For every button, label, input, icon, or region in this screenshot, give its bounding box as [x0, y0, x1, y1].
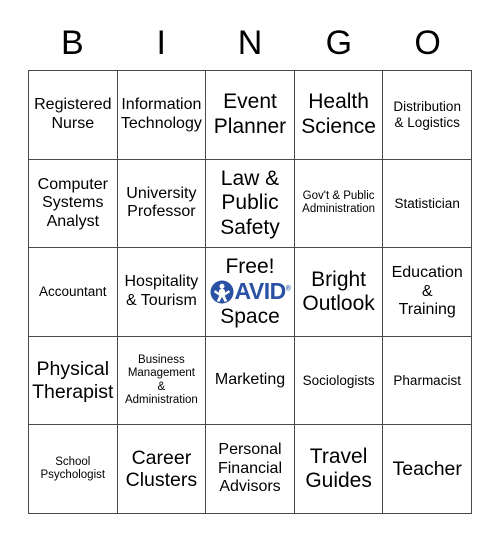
bingo-cell-label: Marketing: [214, 371, 286, 389]
free-space-top-label: Free!: [225, 255, 275, 279]
bingo-cell-label: Sociologists: [302, 372, 375, 388]
bingo-cell-label: Travel Guides: [305, 444, 372, 493]
bingo-cell-label: University Professor: [126, 184, 197, 221]
bingo-cell-label: School Psychologist: [40, 455, 106, 482]
bingo-cell[interactable]: Business Management & Administration: [117, 336, 207, 426]
bingo-cell[interactable]: Career Clusters: [117, 425, 207, 514]
bingo-cell-label: Personal Financial Advisors: [217, 441, 282, 496]
bingo-cell-label: Registered Nurse: [34, 96, 112, 132]
bingo-cell-label: Law & Public Safety: [220, 166, 280, 239]
bingo-cell[interactable]: Statistician: [383, 159, 472, 249]
bingo-cell[interactable]: Distribution & Logistics: [383, 71, 472, 160]
bingo-cell[interactable]: Information Technology: [117, 71, 207, 160]
bingo-cell[interactable]: Accountant: [29, 248, 118, 337]
bingo-cell-label: Gov't & Public Administration: [302, 190, 376, 216]
avid-wordmark-text: AVID: [234, 278, 287, 305]
bingo-grid: Registered Nurse Information Technology Ev…: [28, 70, 472, 514]
bingo-cell[interactable]: Hospitality & Tourism: [117, 248, 207, 337]
bingo-cell-label: Physical Therapist: [32, 357, 114, 403]
bingo-cell[interactable]: Personal Financial Advisors: [206, 425, 295, 514]
avid-logo: AVID®: [210, 280, 291, 304]
bingo-cell[interactable]: Teacher: [383, 425, 472, 514]
bingo-header-letter-g: G: [325, 24, 353, 62]
bingo-cell-label: Hospitality & Tourism: [124, 273, 199, 309]
bingo-header-letter-o: O: [414, 24, 441, 62]
bingo-cell[interactable]: Education & Training: [383, 248, 472, 337]
bingo-cell[interactable]: Computer Systems Analyst: [29, 159, 118, 249]
bingo-cell[interactable]: Travel Guides: [294, 425, 384, 514]
bingo-header-letter-b: B: [61, 24, 84, 62]
avid-registered-mark: ®: [285, 285, 291, 293]
bingo-cell-label: Statistician: [394, 195, 460, 211]
bingo-cell-label: Computer Systems Analyst: [37, 175, 108, 230]
bingo-cell[interactable]: Registered Nurse: [29, 71, 118, 160]
bingo-cell-label: Bright Outlook: [302, 267, 375, 315]
bingo-cell[interactable]: Event Planner: [206, 71, 295, 160]
bingo-cell-label: Pharmacist: [393, 372, 461, 388]
avid-person-circle-icon: [210, 280, 234, 304]
bingo-cell-label: Event Planner: [213, 90, 287, 138]
bingo-cell[interactable]: Marketing: [206, 336, 295, 426]
bingo-header-letter-n: N: [237, 24, 263, 62]
avid-wordmark: AVID®: [235, 280, 291, 303]
bingo-cell[interactable]: School Psychologist: [29, 425, 118, 514]
free-space-bottom-label: Space: [220, 304, 280, 328]
bingo-cell-label: Education & Training: [391, 264, 463, 319]
bingo-cell-label: Accountant: [39, 284, 107, 300]
bingo-cell-label: Information Technology: [120, 96, 202, 132]
bingo-cell[interactable]: Gov't & Public Administration: [294, 159, 384, 249]
bingo-cell[interactable]: Law & Public Safety: [206, 159, 295, 249]
bingo-cell[interactable]: Physical Therapist: [29, 336, 118, 426]
bingo-cell-label: Health Science: [301, 90, 376, 138]
bingo-cell[interactable]: Bright Outlook: [294, 248, 384, 337]
bingo-card: B I N G O Registered Nurse Information Te…: [0, 0, 500, 544]
bingo-cell[interactable]: Health Science: [294, 71, 384, 160]
bingo-cell-label: Career Clusters: [125, 446, 198, 492]
bingo-cell[interactable]: University Professor: [117, 159, 207, 249]
bingo-cell[interactable]: Pharmacist: [383, 336, 472, 426]
bingo-cell-label: Teacher: [392, 457, 462, 480]
bingo-cell-label: Business Management & Administration: [124, 353, 198, 406]
bingo-cell[interactable]: Sociologists: [294, 336, 384, 426]
bingo-cell-label: Distribution & Logistics: [393, 99, 461, 130]
bingo-header: B I N G O: [28, 18, 472, 68]
bingo-header-letter-i: I: [156, 24, 166, 62]
bingo-cell-free-space[interactable]: Free! AVID® Space: [206, 248, 295, 337]
